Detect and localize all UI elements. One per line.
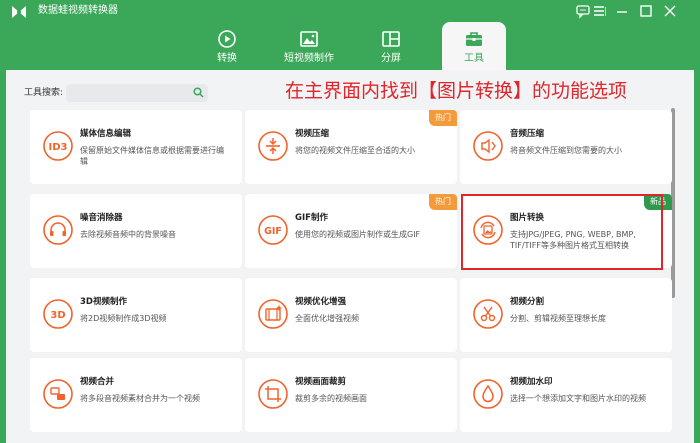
crop-icon bbox=[258, 379, 288, 409]
tool-title: 视频压缩 bbox=[295, 129, 330, 139]
tool-title: 噪音消除器 bbox=[80, 213, 123, 223]
close-icon[interactable] bbox=[662, 3, 678, 19]
tool-card-noise-remover[interactable]: 噪音消除器 去除视频音频中的背景噪音 bbox=[30, 194, 242, 268]
tool-desc: 将音频文件压缩到您需要的大小 bbox=[510, 146, 622, 155]
tool-title: 视频优化增强 bbox=[295, 297, 347, 307]
svg-text:ID3: ID3 bbox=[49, 142, 68, 153]
tool-title: 视频分割 bbox=[510, 297, 545, 307]
gif-icon: GIF bbox=[258, 215, 288, 245]
tool-desc: 分割、剪辑视频至理想长度 bbox=[510, 314, 606, 323]
tool-desc: 去除视频音频中的背景噪音 bbox=[80, 230, 176, 239]
annotation-banner: 在主界面内找到【图片转换】的功能选项 bbox=[285, 80, 628, 102]
convert-icon bbox=[218, 30, 236, 48]
tool-desc: 将多段音视频素材合并为一个视频 bbox=[80, 394, 200, 403]
tool-title: 媒体信息编辑 bbox=[80, 129, 132, 139]
mv-icon bbox=[300, 31, 318, 47]
tool-card-media-info[interactable]: ID3 媒体信息编辑 保留原始文件媒体信息或根据需要进行编辑 bbox=[30, 110, 242, 184]
3d-icon: 3D bbox=[43, 299, 73, 329]
tool-desc: 选择一个想添加文字和图片水印的视频 bbox=[510, 394, 646, 403]
tool-desc: 将您的视频文件压缩至合适的大小 bbox=[295, 146, 415, 155]
tool-card-video-crop[interactable]: 视频画面裁剪 裁剪多余的视频画面 bbox=[245, 358, 457, 432]
hot-badge: 热门 bbox=[429, 110, 457, 126]
tool-title: 3D视频制作 bbox=[80, 297, 127, 307]
tool-desc: 使用您的视频或图片制作或生成GIF bbox=[295, 230, 421, 239]
title-bar: 数据蛙视频转换器 转换 短视频制作 分屏 工具 bbox=[0, 0, 700, 72]
tool-desc: 裁剪多余的视频画面 bbox=[295, 394, 367, 403]
hot-badge: 热门 bbox=[429, 194, 457, 210]
compress-icon bbox=[258, 131, 288, 161]
tab-split-screen[interactable]: 分屏 bbox=[360, 22, 422, 68]
scissors-icon bbox=[473, 299, 503, 329]
tool-title: 视频画面裁剪 bbox=[295, 377, 347, 387]
search-label: 工具搜索: bbox=[24, 88, 64, 98]
tool-card-video-merge[interactable]: 视频合并 将多段音视频素材合并为一个视频 bbox=[30, 358, 242, 432]
tool-title: 视频合并 bbox=[80, 377, 115, 387]
tool-card-video-enhance[interactable]: 视频优化增强 全面优化增强视频 bbox=[245, 278, 457, 352]
enhance-icon bbox=[258, 299, 288, 329]
headphones-icon bbox=[43, 215, 73, 245]
merge-icon bbox=[43, 379, 73, 409]
tool-title: GIF制作 bbox=[295, 213, 328, 223]
toolbox-icon bbox=[466, 32, 482, 46]
minimize-icon[interactable] bbox=[614, 3, 630, 19]
app-title: 数据蛙视频转换器 bbox=[38, 5, 118, 16]
tool-card-video-compress[interactable]: 视频压缩 将您的视频文件压缩至合适的大小 热门 bbox=[245, 110, 457, 184]
search-icon[interactable] bbox=[193, 87, 204, 98]
tool-card-3d-maker[interactable]: 3D 3D视频制作 将2D视频制作成3D视频 bbox=[30, 278, 242, 352]
search-input[interactable] bbox=[66, 84, 208, 102]
tool-card-video-split[interactable]: 视频分割 分割、剪辑视频至理想长度 bbox=[460, 278, 672, 352]
maximize-icon[interactable] bbox=[638, 3, 654, 19]
tab-toolbox-label: 工具 bbox=[464, 53, 484, 64]
tool-card-audio-compress[interactable]: 音频压缩 将音频文件压缩到您需要的大小 bbox=[460, 110, 672, 184]
feedback-icon[interactable] bbox=[575, 3, 591, 19]
tab-mv[interactable]: 短视频制作 bbox=[278, 22, 340, 68]
svg-text:3D: 3D bbox=[50, 310, 65, 321]
svg-text:GIF: GIF bbox=[264, 226, 282, 237]
tool-card-watermark[interactable]: 视频加水印 选择一个想添加文字和图片水印的视频 bbox=[460, 358, 672, 432]
tab-convert[interactable]: 转换 bbox=[196, 22, 258, 68]
tool-desc: 保留原始文件媒体信息或根据需要进行编辑 bbox=[80, 146, 224, 166]
split-screen-icon bbox=[382, 31, 400, 47]
tool-card-gif-maker[interactable]: GIF GIF制作 使用您的视频或图片制作或生成GIF 热门 bbox=[245, 194, 457, 268]
app-logo-icon bbox=[12, 6, 26, 18]
window-controls-divider bbox=[605, 7, 606, 16]
tab-convert-label: 转换 bbox=[217, 53, 237, 64]
watermark-icon bbox=[473, 379, 503, 409]
tool-title: 视频加水印 bbox=[510, 377, 553, 387]
annotation-highlight-box bbox=[461, 194, 663, 270]
tool-title: 音频压缩 bbox=[510, 129, 545, 139]
tab-mv-label: 短视频制作 bbox=[284, 53, 334, 64]
tab-split-screen-label: 分屏 bbox=[381, 53, 401, 64]
audio-compress-icon bbox=[473, 131, 503, 161]
id3-icon: ID3 bbox=[43, 131, 73, 161]
tool-desc: 将2D视频制作成3D视频 bbox=[80, 314, 167, 323]
tool-desc: 全面优化增强视频 bbox=[295, 314, 359, 323]
tab-toolbox[interactable]: 工具 bbox=[442, 22, 506, 72]
